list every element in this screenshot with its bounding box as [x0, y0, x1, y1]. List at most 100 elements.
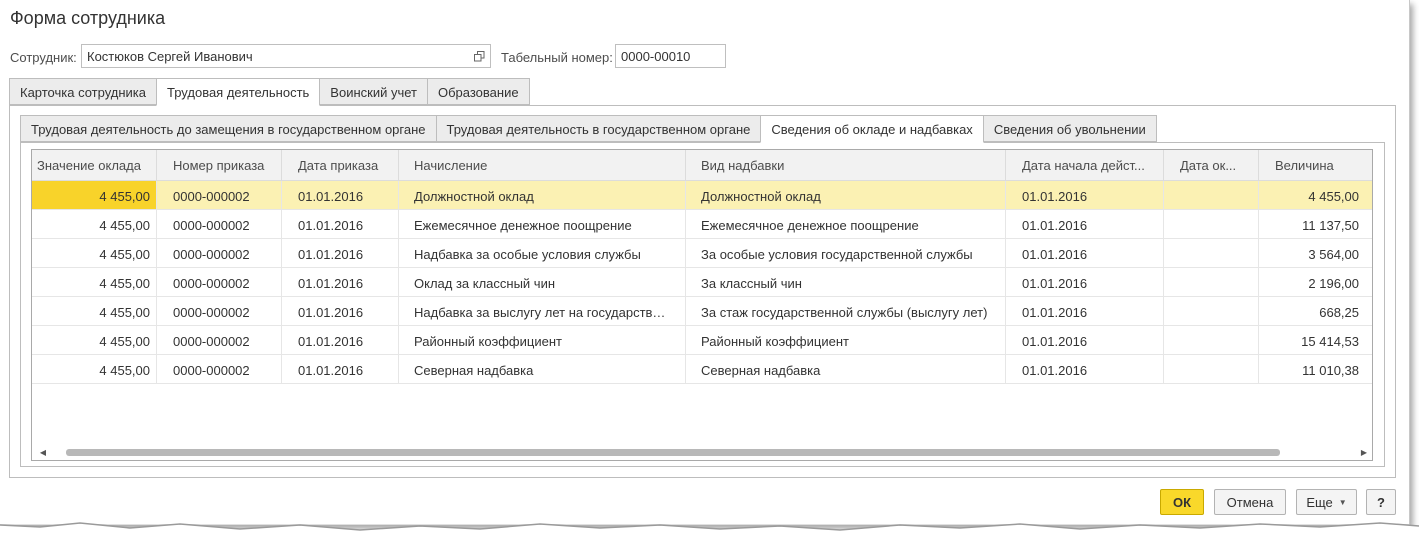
- cell-amount[interactable]: 4 455,00: [1259, 181, 1365, 209]
- tab-number-field[interactable]: 0000-00010: [615, 44, 726, 68]
- tab-dismissal[interactable]: Сведения об увольнении: [982, 115, 1157, 142]
- cell-salary-value[interactable]: 4 455,00: [32, 181, 157, 209]
- cell-order-number[interactable]: 0000-000002: [157, 268, 282, 296]
- column-header-salary-value[interactable]: Значение оклада: [32, 150, 157, 181]
- cell-allowance-type[interactable]: За классный чин: [686, 268, 1006, 296]
- column-header-order-number[interactable]: Номер приказа: [157, 150, 282, 181]
- cell-end-date[interactable]: [1164, 355, 1259, 383]
- cell-end-date[interactable]: [1164, 326, 1259, 354]
- column-header-start-date[interactable]: Дата начала дейст...: [1006, 150, 1164, 181]
- dropdown-arrow-icon: ▼: [1338, 497, 1347, 507]
- cell-amount[interactable]: 668,25: [1259, 297, 1365, 325]
- cell-start-date[interactable]: 01.01.2016: [1006, 268, 1164, 296]
- cell-amount[interactable]: 15 414,53: [1259, 326, 1365, 354]
- tab-military-record[interactable]: Воинский учет: [319, 78, 428, 105]
- cell-end-date[interactable]: [1164, 297, 1259, 325]
- table-row[interactable]: 4 455,00 0000-000002 01.01.2016 Должност…: [32, 181, 1372, 210]
- cell-allowance-type[interactable]: Ежемесячное денежное поощрение: [686, 210, 1006, 238]
- cell-order-date[interactable]: 01.01.2016: [282, 239, 399, 267]
- table-row[interactable]: 4 455,00 0000-000002 01.01.2016 Надбавка…: [32, 239, 1372, 268]
- help-button[interactable]: ?: [1366, 489, 1396, 515]
- cell-end-date[interactable]: [1164, 268, 1259, 296]
- tab-employee-card[interactable]: Карточка сотрудника: [9, 78, 158, 105]
- cell-end-date[interactable]: [1164, 181, 1259, 209]
- cell-order-date[interactable]: 01.01.2016: [282, 297, 399, 325]
- cell-salary-value[interactable]: 4 455,00: [32, 297, 157, 325]
- cell-end-date[interactable]: [1164, 239, 1259, 267]
- column-header-allowance-type[interactable]: Вид надбавки: [686, 150, 1006, 181]
- table-row[interactable]: 4 455,00 0000-000002 01.01.2016 Надбавка…: [32, 297, 1372, 326]
- cell-amount[interactable]: 3 564,00: [1259, 239, 1365, 267]
- cell-order-date[interactable]: 01.01.2016: [282, 181, 399, 209]
- sub-tabs: Трудовая деятельность до замещения в гос…: [20, 115, 1157, 143]
- column-header-amount[interactable]: Величина: [1259, 150, 1372, 181]
- scroll-left-icon[interactable]: ◀: [36, 445, 50, 459]
- column-header-accrual[interactable]: Начисление: [399, 150, 686, 181]
- ok-button[interactable]: ОК: [1160, 489, 1204, 515]
- torn-edge-decoration: [0, 522, 1419, 539]
- more-button[interactable]: Еще ▼: [1296, 489, 1357, 515]
- cell-accrual[interactable]: Ежемесячное денежное поощрение: [399, 210, 686, 238]
- cell-order-date[interactable]: 01.01.2016: [282, 326, 399, 354]
- cell-amount[interactable]: 11 010,38: [1259, 355, 1365, 383]
- cell-allowance-type[interactable]: Должностной оклад: [686, 181, 1006, 209]
- table-header: Значение оклада Номер приказа Дата прика…: [32, 150, 1372, 181]
- cell-allowance-type[interactable]: За стаж государственной службы (выслугу …: [686, 297, 1006, 325]
- cell-order-number[interactable]: 0000-000002: [157, 181, 282, 209]
- scroll-right-icon[interactable]: ▶: [1357, 445, 1371, 459]
- tab-education[interactable]: Образование: [427, 78, 530, 105]
- tab-work-before-gov[interactable]: Трудовая деятельность до замещения в гос…: [20, 115, 437, 142]
- cell-amount[interactable]: 2 196,00: [1259, 268, 1365, 296]
- employee-field[interactable]: Костюков Сергей Иванович: [81, 44, 470, 68]
- cell-order-number[interactable]: 0000-000002: [157, 210, 282, 238]
- cell-start-date[interactable]: 01.01.2016: [1006, 210, 1164, 238]
- cell-salary-value[interactable]: 4 455,00: [32, 210, 157, 238]
- column-header-order-date[interactable]: Дата приказа: [282, 150, 399, 181]
- cell-start-date[interactable]: 01.01.2016: [1006, 297, 1164, 325]
- cell-order-number[interactable]: 0000-000002: [157, 326, 282, 354]
- tab-work-activity[interactable]: Трудовая деятельность: [156, 78, 321, 106]
- employee-form-window: Форма сотрудника Сотрудник: Костюков Сер…: [0, 0, 1410, 525]
- cell-end-date[interactable]: [1164, 210, 1259, 238]
- horizontal-scrollbar[interactable]: ◀ ▶: [32, 445, 1372, 459]
- cell-salary-value[interactable]: 4 455,00: [32, 355, 157, 383]
- tab-work-in-gov[interactable]: Трудовая деятельность в государственном …: [435, 115, 762, 142]
- column-header-end-date[interactable]: Дата ок...: [1164, 150, 1259, 181]
- cell-order-number[interactable]: 0000-000002: [157, 239, 282, 267]
- cell-start-date[interactable]: 01.01.2016: [1006, 355, 1164, 383]
- table-row[interactable]: 4 455,00 0000-000002 01.01.2016 Оклад за…: [32, 268, 1372, 297]
- cell-allowance-type[interactable]: Районный коэффициент: [686, 326, 1006, 354]
- cell-order-date[interactable]: 01.01.2016: [282, 210, 399, 238]
- table-row[interactable]: 4 455,00 0000-000002 01.01.2016 Районный…: [32, 326, 1372, 355]
- tab-number-label: Табельный номер:: [501, 50, 613, 65]
- cell-accrual[interactable]: Надбавка за выслугу лет на государств…: [399, 297, 686, 325]
- cell-salary-value[interactable]: 4 455,00: [32, 239, 157, 267]
- scrollbar-thumb[interactable]: [66, 449, 1280, 456]
- open-employee-button[interactable]: [469, 44, 491, 68]
- table-row[interactable]: 4 455,00 0000-000002 01.01.2016 Северная…: [32, 355, 1372, 384]
- cell-salary-value[interactable]: 4 455,00: [32, 268, 157, 296]
- table-row[interactable]: 4 455,00 0000-000002 01.01.2016 Ежемесяч…: [32, 210, 1372, 239]
- cell-allowance-type[interactable]: За особые условия государственной службы: [686, 239, 1006, 267]
- cell-order-number[interactable]: 0000-000002: [157, 297, 282, 325]
- cell-accrual[interactable]: Северная надбавка: [399, 355, 686, 383]
- allowances-table[interactable]: Значение оклада Номер приказа Дата прика…: [31, 149, 1373, 461]
- open-window-icon: [474, 50, 485, 61]
- cell-accrual[interactable]: Надбавка за особые условия службы: [399, 239, 686, 267]
- cell-salary-value[interactable]: 4 455,00: [32, 326, 157, 354]
- tab-salary-allowances[interactable]: Сведения об окладе и надбавках: [760, 115, 984, 143]
- more-button-label: Еще: [1306, 494, 1333, 510]
- cell-order-number[interactable]: 0000-000002: [157, 355, 282, 383]
- cell-accrual[interactable]: Районный коэффициент: [399, 326, 686, 354]
- cell-start-date[interactable]: 01.01.2016: [1006, 181, 1164, 209]
- cell-order-date[interactable]: 01.01.2016: [282, 268, 399, 296]
- cell-allowance-type[interactable]: Северная надбавка: [686, 355, 1006, 383]
- cell-amount[interactable]: 11 137,50: [1259, 210, 1365, 238]
- cancel-button[interactable]: Отмена: [1214, 489, 1286, 515]
- cell-accrual[interactable]: Должностной оклад: [399, 181, 686, 209]
- cell-accrual[interactable]: Оклад за классный чин: [399, 268, 686, 296]
- employee-label: Сотрудник:: [10, 50, 77, 65]
- cell-start-date[interactable]: 01.01.2016: [1006, 239, 1164, 267]
- cell-start-date[interactable]: 01.01.2016: [1006, 326, 1164, 354]
- cell-order-date[interactable]: 01.01.2016: [282, 355, 399, 383]
